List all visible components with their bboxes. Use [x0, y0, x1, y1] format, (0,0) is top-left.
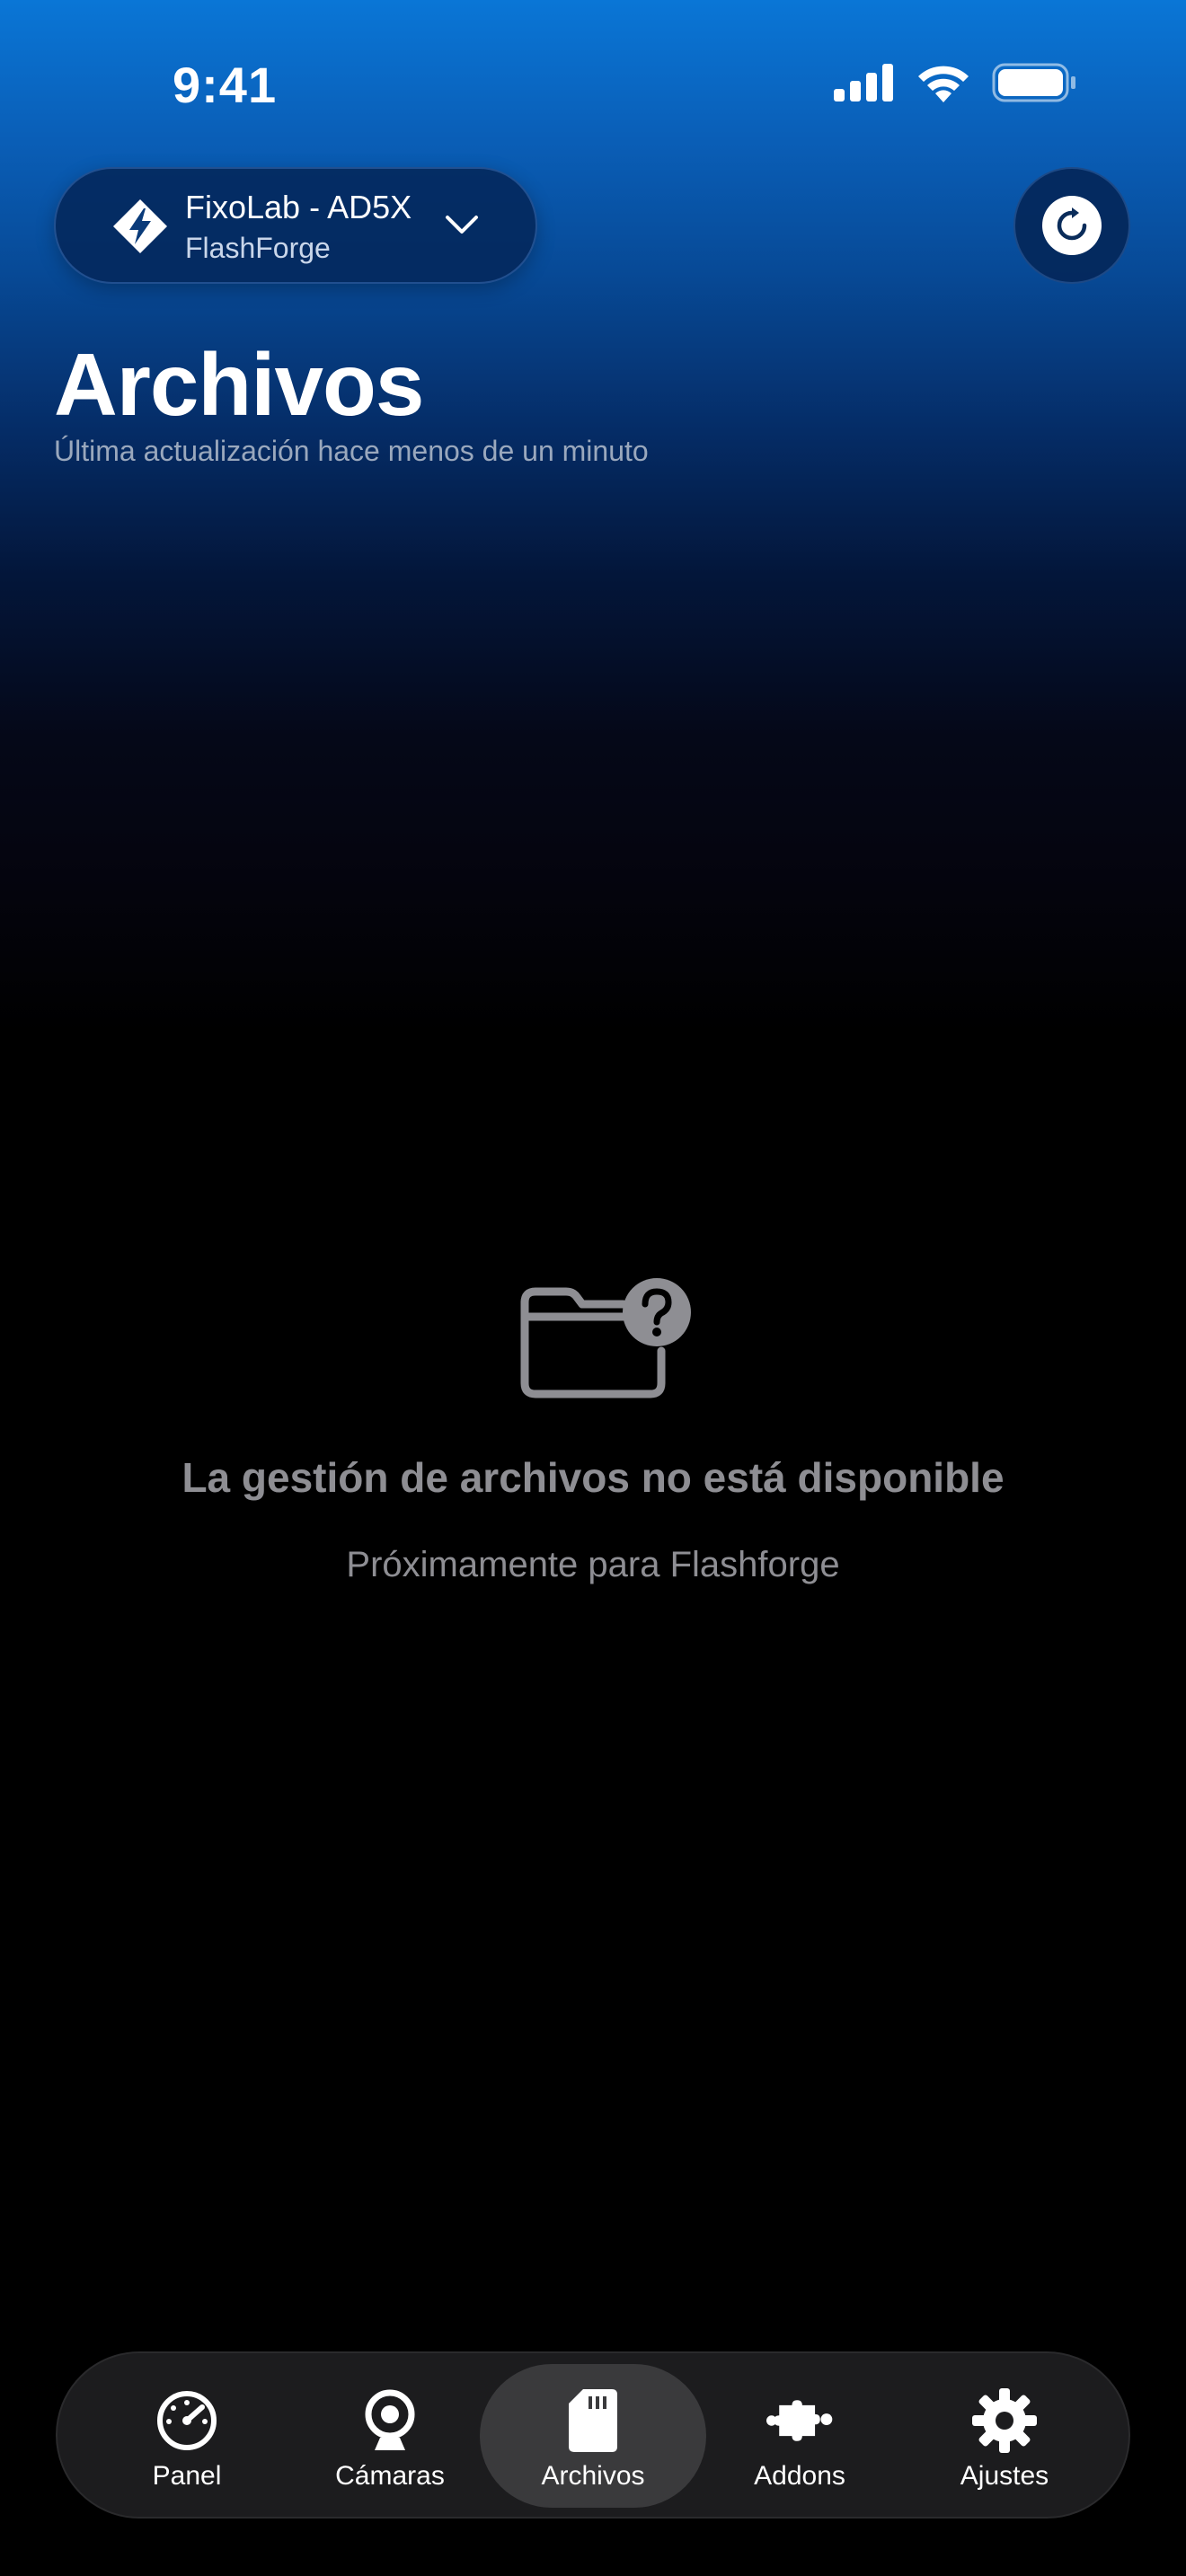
printer-selector[interactable]: FixoLab - AD5X FlashForge [54, 167, 537, 284]
folder-question-icon [520, 1278, 691, 1398]
tab-label-archivos: Archivos [541, 2461, 645, 2491]
tab-bar: Panel Cámaras Archivos Addons Ajustes [56, 2351, 1130, 2519]
tab-label-addons: Addons [754, 2461, 845, 2491]
cellular-signal-icon [834, 64, 893, 101]
status-bar: 9:41 [0, 0, 1186, 171]
status-time: 9:41 [173, 57, 278, 113]
tab-panel[interactable]: Panel [84, 2364, 289, 2508]
battery-icon [992, 63, 1075, 102]
empty-state-subtitle: Próximamente para Flashforge [346, 1545, 840, 1584]
files-screen: 9:41 FixoLab - AD5X FlashForge Archivos … [0, 0, 1186, 2576]
refresh-button[interactable] [1013, 167, 1130, 284]
printer-brand: FlashForge [185, 232, 331, 264]
status-icons [834, 63, 1076, 102]
tab-ajustes[interactable]: Ajustes [902, 2364, 1107, 2508]
gear-icon [971, 2387, 1038, 2454]
tab-addons[interactable]: Addons [697, 2364, 902, 2508]
flashforge-logo-icon [113, 199, 167, 253]
sd-card-icon [560, 2387, 626, 2454]
speedometer-icon [154, 2387, 220, 2454]
refresh-button-circle [1042, 196, 1102, 255]
refresh-icon [1057, 207, 1087, 241]
tab-camaras[interactable]: Cámaras [288, 2364, 492, 2508]
printer-name: FixoLab - AD5X [185, 189, 412, 225]
chevron-down-icon [446, 216, 478, 234]
tab-label-panel: Panel [152, 2461, 222, 2491]
wifi-icon [918, 66, 969, 102]
empty-state-title: La gestión de archivos no está disponibl… [181, 1454, 1005, 1501]
tab-label-ajustes: Ajustes [960, 2461, 1049, 2491]
page-title: Archivos [54, 335, 424, 434]
tab-label-camaras: Cámaras [335, 2461, 445, 2491]
webcam-icon [357, 2387, 423, 2454]
last-updated-text: Última actualización hace menos de un mi… [54, 435, 649, 467]
tab-archivos[interactable]: Archivos [480, 2364, 706, 2508]
puzzle-icon [766, 2387, 833, 2454]
